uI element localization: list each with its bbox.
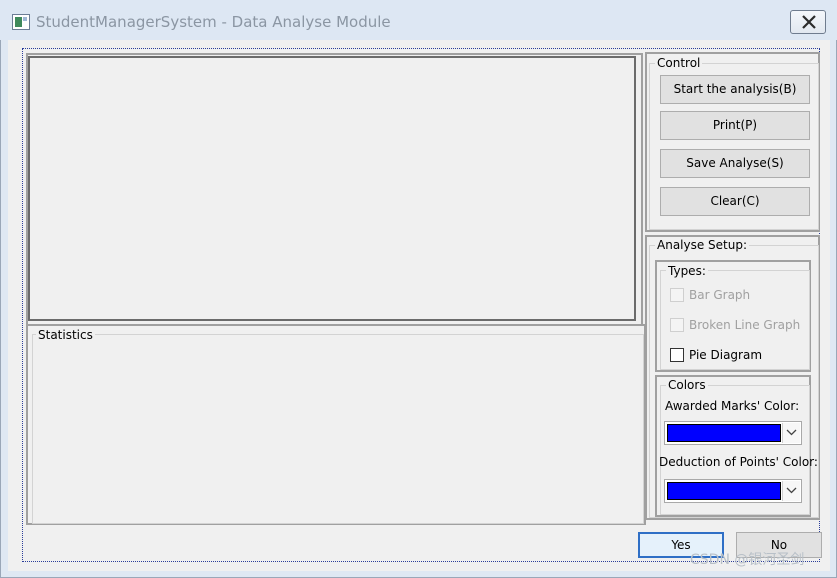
deduction-color-label: Deduction of Points' Color: (659, 455, 818, 469)
pie-diagram-label: Pie Diagram (689, 348, 763, 362)
checkbox-box[interactable] (670, 318, 684, 332)
chevron-down-icon (786, 429, 797, 436)
watermark: CSDN @银河圣剑 (690, 552, 805, 568)
app-window-icon (12, 14, 30, 30)
control-label: Control (655, 56, 703, 70)
checkbox-box[interactable] (670, 288, 684, 302)
checkbox-box[interactable] (670, 348, 684, 362)
dropdown-button[interactable] (782, 481, 800, 501)
statistics-label: Statistics (36, 328, 95, 342)
print-button[interactable]: Print(P) (660, 111, 810, 140)
awarded-color-swatch (667, 424, 781, 442)
pie-diagram-checkbox[interactable]: Pie Diagram (670, 346, 762, 364)
analyse-setup-label: Analyse Setup: (655, 238, 750, 252)
dropdown-button[interactable] (782, 423, 800, 443)
save-analyse-button[interactable]: Save Analyse(S) (660, 149, 810, 178)
awarded-marks-color-label: Awarded Marks' Color: (665, 399, 800, 413)
statistics-group (32, 334, 644, 524)
broken-line-graph-checkbox[interactable]: Broken Line Graph (670, 316, 800, 334)
deduction-color-select[interactable] (664, 479, 802, 503)
types-label: Types: (666, 264, 708, 278)
deduction-color-swatch (667, 482, 781, 500)
broken-line-graph-label: Broken Line Graph (689, 318, 801, 332)
window-title: StudentManagerSystem - Data Analyse Modu… (36, 13, 391, 31)
colors-label: Colors (666, 378, 708, 392)
awarded-marks-color-select[interactable] (664, 421, 802, 445)
bar-graph-label: Bar Graph (689, 288, 751, 302)
bar-graph-checkbox[interactable]: Bar Graph (670, 286, 750, 304)
chevron-down-icon (786, 487, 797, 494)
analysis-display-area (28, 56, 636, 321)
start-analysis-button[interactable]: Start the analysis(B) (660, 75, 810, 104)
close-icon (802, 15, 816, 29)
clear-button[interactable]: Clear(C) (660, 187, 810, 216)
close-button[interactable] (790, 10, 826, 34)
